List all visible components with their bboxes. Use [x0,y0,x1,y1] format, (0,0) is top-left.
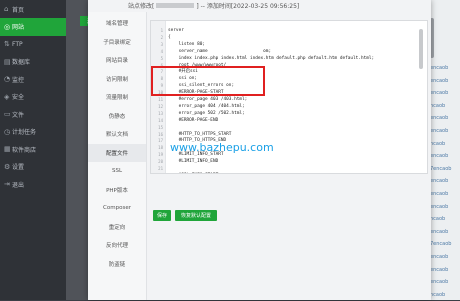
site-list-item[interactable]: encaob [430,125,460,137]
sidebar-item[interactable]: ▤ 数据库 [0,53,66,71]
folder-icon: ▭ [4,110,11,118]
database-icon: ▤ [4,57,11,66]
sidebar-item-label: 计划任务 [12,129,37,136]
clock-icon: ◷ [4,127,11,136]
restore-default-button[interactable]: 恢复默认配置 [175,210,217,221]
globe-icon: ◎ [4,22,11,31]
site-list-item[interactable]: encaob [430,75,460,87]
sidebar-item[interactable]: ▦ 软件商店 [0,140,66,158]
settings-menu-item[interactable]: 域名管理 [88,14,146,32]
site-list-item[interactable]: encaob [430,62,460,74]
settings-menu-item[interactable]: 反向代理 [88,236,146,254]
sidebar-item[interactable]: ⚙ 设置 [0,158,66,176]
sidebar-item-label: 首页 [12,6,25,14]
settings-menu-item[interactable]: 流量限制 [88,88,146,106]
site-list-item[interactable]: encaob [430,276,460,288]
monitor-icon: ◔ [4,75,11,83]
sidebar-item[interactable]: ◎ 网站 [0,17,66,36]
code-text: #SSL-INFO-START [168,172,219,174]
app-sidebar: ⌂ 首页 ◎ 网站 ⇅ FTP ▤ 数据库 ◔ 监控 ◈ 安全 ▭ 文件 ◷ 计划任务 ▦ 软件商店 ⚙ 设置 ⇥ 退出 [0,0,66,300]
redacted-domain [156,2,195,8]
site-list-item[interactable]: 7encaob [430,163,460,175]
shield-icon: ◈ [4,92,10,101]
site-list-item[interactable]: ncaob [430,289,460,301]
modal-title: 站点修改[ ] -- 添加时间[2022-03-25 09:56:25] [128,0,299,10]
sidebar-item-label: 数据库 [12,59,31,66]
sidebar-item-label: 安全 [12,94,25,101]
sidebar-item-label: 退出 [12,181,25,189]
settings-menu-item[interactable]: 网站目录 [88,51,146,69]
settings-menu-item[interactable]: 配置文件 [88,143,146,162]
site-list-item[interactable]: encaob [430,264,460,276]
site-list-item[interactable]: encaob [430,175,460,187]
settings-menu-item[interactable]: SSL [88,162,146,180]
site-list-item[interactable]: ncaob [430,213,460,225]
store-icon: ▦ [4,145,11,153]
sidebar-item-label: FTP [12,40,23,48]
editor-line: 22 #SSL-INFO-START [151,172,427,174]
sidebar-item[interactable]: ◈ 安全 [0,88,66,106]
site-list-item[interactable]: ncaob [430,100,460,112]
site-list-item[interactable]: encaob [430,150,460,162]
sidebar-item-label: 监控 [12,76,25,84]
home-icon: ⌂ [4,5,9,13]
site-list-item[interactable]: 7encaob [430,238,460,250]
sidebar-item-label: 网站 [12,24,25,31]
settings-menu-item[interactable]: 伪静态 [88,107,146,125]
site-list-item[interactable]: encaob [430,188,460,200]
settings-menu: 域名管理 子目录绑定 网站目录 访问限制 流量限制 伪静态 默认文档 配置文件 SSL PHP版本… [88,12,147,300]
sidebar-item[interactable]: ⇥ 退出 [0,175,66,193]
gear-icon: ⚙ [4,162,11,171]
site-list-item[interactable]: ncaob [430,138,460,150]
settings-menu-item[interactable]: 子目录绑定 [88,33,146,51]
site-list-item[interactable]: encaob [430,201,460,213]
sidebar-item[interactable]: ◷ 计划任务 [0,123,66,141]
site-list-item[interactable]: encaob [430,112,460,124]
site-list-column: encaob encaob encaob ncaob encaob encaob ncaob… [430,0,460,300]
site-list-item[interactable]: encaob [430,226,460,238]
settings-menu-item[interactable]: 默认文档 [88,125,146,143]
sidebar-item-label: 设置 [12,164,25,171]
settings-menu-item[interactable]: 重定向 [88,218,146,236]
watermark-text: www.bazhepu.com [170,141,274,154]
settings-menu-item[interactable]: 访问限制 [88,70,146,88]
modal-title-suffix: ] -- 添加时间[2022-03-25 09:56:25] [196,2,300,10]
line-number: 22 [151,172,163,174]
settings-menu-item[interactable]: Composer [88,199,146,217]
sidebar-item[interactable]: ⇅ FTP [0,35,66,53]
ssi-highlight-box [151,66,265,96]
sidebar-item[interactable]: ◔ 监控 [0,70,66,88]
sidebar-item[interactable]: ⌂ 首页 [0,0,66,18]
sidebar-item[interactable]: ▭ 文件 [0,105,66,123]
settings-menu-item[interactable]: 防盗链 [88,255,146,273]
settings-menu-item[interactable]: PHP版本 [88,181,146,199]
site-list-item[interactable]: encaob [430,251,460,263]
logout-icon: ⇥ [4,180,10,188]
ftp-icon: ⇅ [4,40,10,48]
modal-title-prefix: 站点修改[ [128,2,155,10]
sidebar-item-label: 文件 [12,111,25,119]
sidebar-item-label: 软件商店 [12,146,37,154]
save-button[interactable]: 保存 [153,210,171,221]
site-list-item[interactable]: encaob [430,87,460,99]
